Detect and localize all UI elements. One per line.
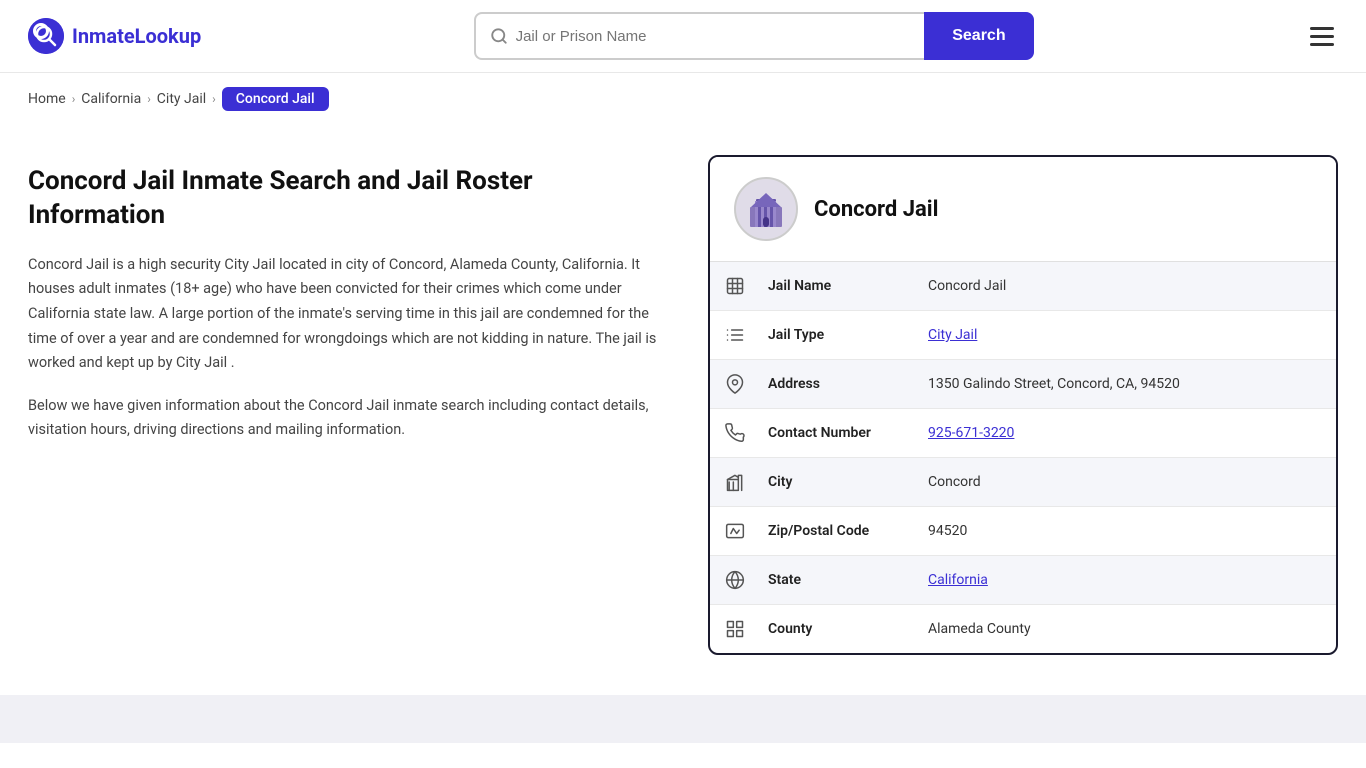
breadcrumb-sep-3: ›	[212, 92, 216, 106]
breadcrumb-home[interactable]: Home	[28, 91, 66, 107]
state-value: California	[920, 558, 1336, 602]
info-row-city: City Concord	[710, 458, 1336, 507]
jail-name-value: Concord Jail	[920, 264, 1336, 308]
logo-text: InmateLookup	[72, 24, 201, 48]
zip-label: Zip/Postal Code	[760, 509, 920, 553]
state-link[interactable]: California	[928, 572, 988, 588]
hamburger-line-1	[1310, 27, 1334, 30]
breadcrumb-sep-2: ›	[147, 92, 151, 106]
left-panel: Concord Jail Inmate Search and Jail Rost…	[28, 155, 668, 655]
page-description-2: Below we have given information about th…	[28, 394, 668, 443]
search-input[interactable]	[516, 28, 911, 45]
main-content: Concord Jail Inmate Search and Jail Rost…	[0, 125, 1366, 695]
address-label: Address	[760, 362, 920, 406]
breadcrumb: Home › California › City Jail › Concord …	[0, 73, 1366, 125]
state-label: State	[760, 558, 920, 602]
jail-card-name: Concord Jail	[814, 197, 938, 222]
breadcrumb-california[interactable]: California	[81, 91, 141, 107]
info-row-jail-name: Jail Name Concord Jail	[710, 262, 1336, 311]
zip-icon	[710, 507, 760, 555]
footer-bar	[0, 695, 1366, 743]
logo-icon	[28, 18, 64, 54]
contact-value: 925-671-3220	[920, 411, 1336, 455]
site-header: InmateLookup Search	[0, 0, 1366, 73]
breadcrumb-sep-1: ›	[72, 92, 76, 106]
zip-value: 94520	[920, 509, 1336, 553]
hamburger-line-3	[1310, 43, 1334, 46]
county-icon	[710, 605, 760, 653]
info-row-zip: Zip/Postal Code 94520	[710, 507, 1336, 556]
info-row-contact: Contact Number 925-671-3220	[710, 409, 1336, 458]
city-label: City	[760, 460, 920, 504]
city-value: Concord	[920, 460, 1336, 504]
address-icon	[710, 360, 760, 408]
jail-building-icon	[736, 179, 796, 239]
county-label: County	[760, 607, 920, 651]
address-value: 1350 Galindo Street, Concord, CA, 94520	[920, 362, 1336, 406]
info-row-address: Address 1350 Galindo Street, Concord, CA…	[710, 360, 1336, 409]
search-area: Search	[474, 12, 1034, 60]
jail-info-table: Jail Name Concord Jail Jail Type City Ja…	[710, 262, 1336, 653]
search-button[interactable]: Search	[924, 12, 1033, 60]
info-row-county: County Alameda County	[710, 605, 1336, 653]
jail-name-label: Jail Name	[760, 264, 920, 308]
county-value: Alameda County	[920, 607, 1336, 651]
logo-link[interactable]: InmateLookup	[28, 18, 201, 54]
contact-icon	[710, 409, 760, 457]
contact-label: Contact Number	[760, 411, 920, 455]
info-row-jail-type: Jail Type City Jail	[710, 311, 1336, 360]
state-icon	[710, 556, 760, 604]
page-title: Concord Jail Inmate Search and Jail Rost…	[28, 165, 668, 233]
info-row-state: State California	[710, 556, 1336, 605]
contact-phone-link[interactable]: 925-671-3220	[928, 425, 1014, 441]
page-description-1: Concord Jail is a high security City Jai…	[28, 253, 668, 376]
hamburger-menu[interactable]	[1306, 23, 1338, 50]
breadcrumb-city-jail[interactable]: City Jail	[157, 91, 206, 107]
jail-type-value: City Jail	[920, 313, 1336, 357]
jail-type-label: Jail Type	[760, 313, 920, 357]
search-icon	[490, 27, 508, 45]
hamburger-line-2	[1310, 35, 1334, 38]
jail-name-icon	[710, 262, 760, 310]
jail-type-link[interactable]: City Jail	[928, 327, 977, 343]
jail-type-icon	[710, 311, 760, 359]
jail-card: Concord Jail Jail Name Concord Jail	[708, 155, 1338, 655]
breadcrumb-current: Concord Jail	[222, 87, 329, 111]
jail-card-header: Concord Jail	[710, 157, 1336, 262]
jail-avatar	[734, 177, 798, 241]
city-icon	[710, 458, 760, 506]
search-box	[474, 12, 925, 60]
right-panel: Concord Jail Jail Name Concord Jail	[708, 155, 1338, 655]
